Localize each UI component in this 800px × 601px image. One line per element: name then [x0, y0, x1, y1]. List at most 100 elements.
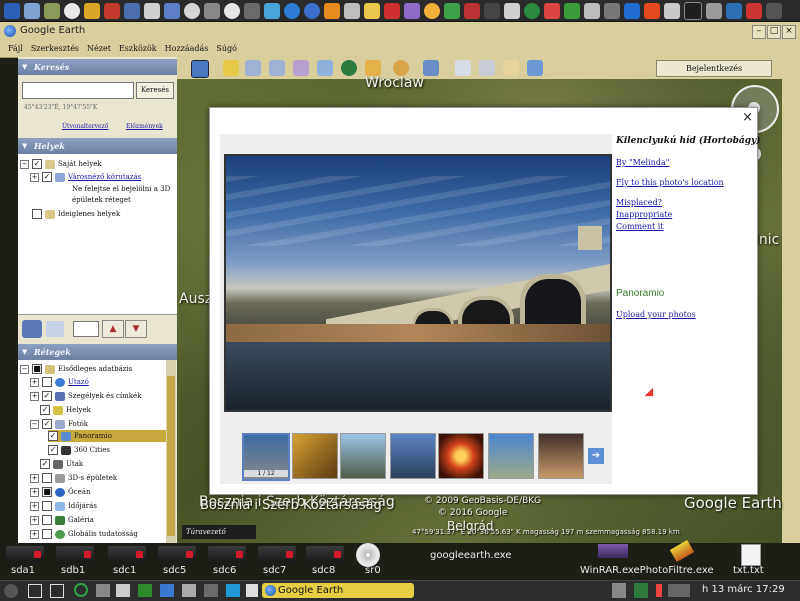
- layer-photos[interactable]: − ✓ Fotók: [30, 418, 88, 430]
- download-icon[interactable]: [304, 2, 320, 19]
- game-icon[interactable]: [544, 2, 560, 19]
- image-overlay-icon[interactable]: [293, 60, 309, 76]
- checkbox[interactable]: ✓: [42, 172, 52, 182]
- panel-toggle-button[interactable]: [46, 321, 64, 337]
- menu-add[interactable]: Hozzáadás: [165, 44, 209, 53]
- move-down-button[interactable]: ▼: [125, 320, 147, 338]
- thumbnail[interactable]: [538, 433, 584, 479]
- layer-global-awareness[interactable]: + Globális tudatosság: [30, 528, 138, 540]
- checkbox[interactable]: [42, 377, 52, 387]
- volume-tray-icon[interactable]: [656, 584, 662, 597]
- sheet-icon[interactable]: [444, 2, 460, 19]
- drive-icon[interactable]: [108, 546, 146, 562]
- places-filter-input[interactable]: [73, 321, 99, 337]
- layer-3d-buildings[interactable]: +3D-s épületek: [30, 472, 117, 484]
- file-manager-icon[interactable]: [116, 584, 130, 597]
- monitor-icon[interactable]: [684, 1, 702, 20]
- expand-toggle[interactable]: +: [30, 529, 39, 539]
- layer-traveler[interactable]: + Utazó: [30, 376, 89, 388]
- close-window-button[interactable]: ×: [782, 25, 796, 39]
- checkbox[interactable]: ✓: [48, 431, 58, 441]
- checkbox[interactable]: ✓: [40, 405, 50, 415]
- inappropriate-link[interactable]: Inappropriate: [616, 210, 672, 219]
- checkbox[interactable]: ✓: [40, 459, 50, 469]
- thumbnail[interactable]: [340, 433, 386, 479]
- camera-icon[interactable]: [484, 2, 500, 19]
- menu-view[interactable]: Nézet: [87, 44, 111, 53]
- drive-icon[interactable]: [208, 546, 246, 562]
- window-icon[interactable]: [50, 584, 64, 598]
- comment-link[interactable]: Comment it: [616, 222, 664, 231]
- archive-icon[interactable]: [706, 2, 722, 19]
- sidebar-toggle-button[interactable]: [191, 60, 209, 78]
- layer-roads[interactable]: ✓ Utak: [40, 458, 83, 470]
- mail-icon[interactable]: [664, 2, 680, 19]
- checkbox[interactable]: ✓: [48, 445, 58, 455]
- network-tray-icon[interactable]: [612, 583, 626, 598]
- layer-borders[interactable]: + ✓ Szegélyek és címkék: [30, 390, 141, 402]
- ruler-icon[interactable]: [423, 60, 439, 76]
- menu-help[interactable]: Súgó: [216, 44, 237, 53]
- chart-icon[interactable]: [264, 2, 280, 19]
- layer-panoramio[interactable]: ✓ Panoramio: [48, 430, 166, 442]
- menu-file[interactable]: Fájl: [8, 44, 23, 53]
- login-button[interactable]: Bejelentkezés: [656, 60, 772, 77]
- window-icon[interactable]: [766, 2, 782, 19]
- layer-primary-db[interactable]: − ■ Elsődleges adatbázis: [20, 363, 132, 375]
- pdf-icon[interactable]: [464, 2, 480, 19]
- panoramio-logo[interactable]: Panoramio: [616, 288, 664, 299]
- checkbox[interactable]: [42, 515, 52, 525]
- media-icon[interactable]: [284, 2, 300, 19]
- drive-icon[interactable]: [6, 546, 44, 562]
- search-places-button[interactable]: [22, 320, 42, 338]
- text-file-icon[interactable]: [741, 544, 761, 566]
- app-icon[interactable]: [246, 584, 258, 597]
- layer-weather[interactable]: + Időjárás: [30, 500, 97, 512]
- layer-places[interactable]: ✓ Helyek: [40, 404, 91, 416]
- checkbox[interactable]: [42, 501, 52, 511]
- app-icon[interactable]: [182, 584, 196, 597]
- directions-link[interactable]: Útvonaltervező: [62, 123, 108, 130]
- start-menu-icon[interactable]: [4, 584, 18, 598]
- save-image-icon[interactable]: [503, 60, 519, 76]
- drive-icon[interactable]: [158, 546, 196, 562]
- terminal-icon[interactable]: [96, 584, 110, 597]
- taskbar-clock[interactable]: h 13 márc 17:29: [702, 584, 785, 595]
- expand-toggle[interactable]: +: [30, 487, 39, 497]
- maximize-button[interactable]: □: [767, 25, 781, 39]
- pencil-icon[interactable]: [364, 2, 380, 19]
- checkbox[interactable]: [32, 209, 42, 219]
- thumbnail-selected[interactable]: 1 / 12: [242, 433, 290, 481]
- wine-icon[interactable]: [746, 2, 762, 19]
- upload-photos-link[interactable]: Upload your photos: [616, 310, 696, 319]
- desktop-file-label[interactable]: WinRAR.exePhotoFiltre.exe: [580, 565, 714, 576]
- checkbox[interactable]: [42, 473, 52, 483]
- optical-disc-icon[interactable]: [356, 543, 380, 567]
- palette-icon[interactable]: [384, 2, 400, 19]
- desktop-file-label[interactable]: googleearth.exe: [430, 550, 511, 561]
- checkbox[interactable]: ✓: [32, 159, 42, 169]
- checkbox[interactable]: ■: [32, 364, 42, 374]
- music-player-icon[interactable]: [84, 2, 100, 19]
- window-icon[interactable]: [28, 584, 42, 598]
- winrar-icon[interactable]: [598, 544, 628, 558]
- firefox-icon[interactable]: [644, 2, 660, 19]
- gear-icon[interactable]: [504, 2, 520, 19]
- keyboard-icon[interactable]: [604, 2, 620, 19]
- expand-toggle[interactable]: +: [30, 473, 39, 483]
- expand-toggle[interactable]: −: [20, 364, 29, 374]
- chromium-icon[interactable]: [624, 2, 640, 19]
- checkbox[interactable]: ✓: [42, 391, 52, 401]
- item-label[interactable]: Városnéző körutazás: [68, 173, 141, 181]
- add-polygon-icon[interactable]: [245, 60, 261, 76]
- layers-panel-header[interactable]: ▼ Rétegek: [18, 344, 177, 360]
- settings-icon[interactable]: [64, 2, 80, 19]
- expand-toggle[interactable]: +: [30, 377, 39, 387]
- sun-icon[interactable]: [424, 2, 440, 19]
- places-item-temporary[interactable]: Ideiglenes helyek: [20, 208, 120, 220]
- text-editor-icon[interactable]: [344, 2, 360, 19]
- expand-toggle[interactable]: +: [30, 172, 39, 182]
- clock-icon[interactable]: [224, 2, 240, 19]
- drive-icon[interactable]: [56, 546, 94, 562]
- drive-icon[interactable]: [306, 546, 344, 562]
